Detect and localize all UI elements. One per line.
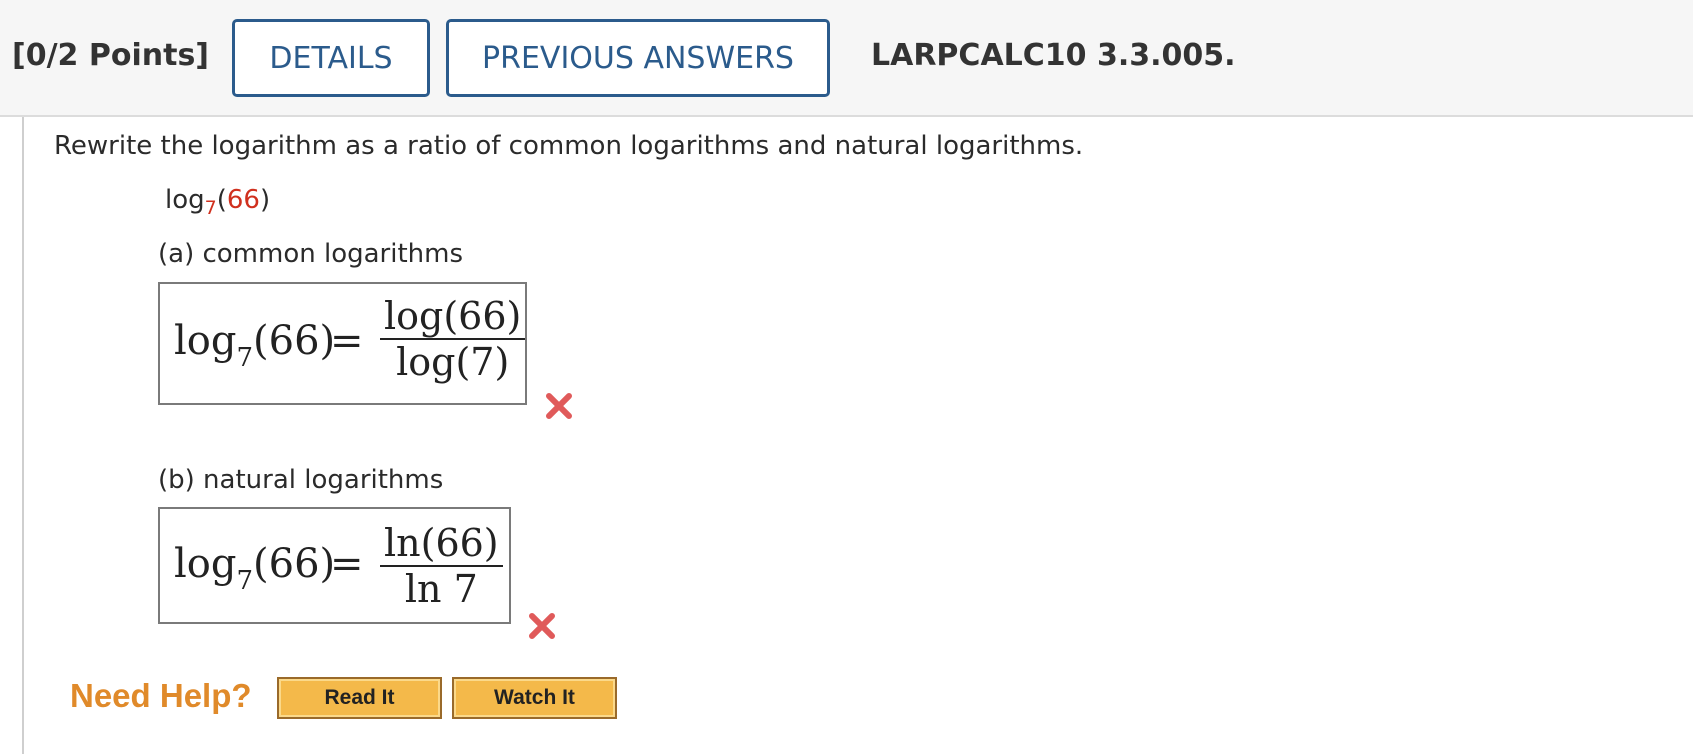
part-a-equals: = [330,318,364,364]
part-a-answer-field[interactable]: log7(66) = log(66) log(7) [158,282,527,405]
part-a-lhs-arg: (66) [253,318,336,364]
part-a-numerator: log(66) [384,294,522,338]
question-left-border [22,117,24,754]
details-button[interactable]: DETAILS [232,19,430,97]
part-b-answer-field[interactable]: log7(66) = ln(66) ln 7 [158,507,511,624]
part-b-lhs-log: log [174,541,237,587]
part-a-lhs: log7(66) [174,318,335,373]
given-close-paren: ) [259,185,271,215]
points-label: [0/2 Points] [12,38,210,73]
part-a-fraction: log(66) log(7) [380,294,526,384]
part-b-numerator: ln(66) [384,521,499,565]
part-a-lhs-base: 7 [236,343,254,373]
given-log: log [165,185,205,215]
given-open-paren: ( [216,185,227,215]
part-b-denominator: ln 7 [404,567,478,611]
given-base: 7 [204,197,217,219]
part-a-lhs-log: log [174,318,237,364]
need-help-label: Need Help? [70,677,252,714]
given-expression: log7(66) [165,185,270,219]
part-a-label: (a) common logarithms [158,239,464,269]
given-argument: 66 [226,185,260,215]
problem-code: LARPCALC10 3.3.005. [871,38,1236,73]
part-b-equals: = [330,541,364,587]
part-b-fraction: ln(66) ln 7 [380,521,503,611]
part-a-denominator: log(7) [396,340,510,384]
part-b-incorrect-icon [529,613,555,639]
part-a-incorrect-icon [546,393,572,419]
part-b-label: (b) natural logarithms [158,465,444,495]
question-header: [0/2 Points] DETAILS PREVIOUS ANSWERS LA… [0,0,1693,117]
read-it-button[interactable]: Read It [277,677,442,719]
question-prompt: Rewrite the logarithm as a ratio of comm… [54,131,1084,161]
part-b-lhs-arg: (66) [253,541,336,587]
part-b-lhs-base: 7 [236,566,254,596]
part-b-lhs: log7(66) [174,541,335,596]
watch-it-button[interactable]: Watch It [452,677,617,719]
previous-answers-button[interactable]: PREVIOUS ANSWERS [446,19,830,97]
